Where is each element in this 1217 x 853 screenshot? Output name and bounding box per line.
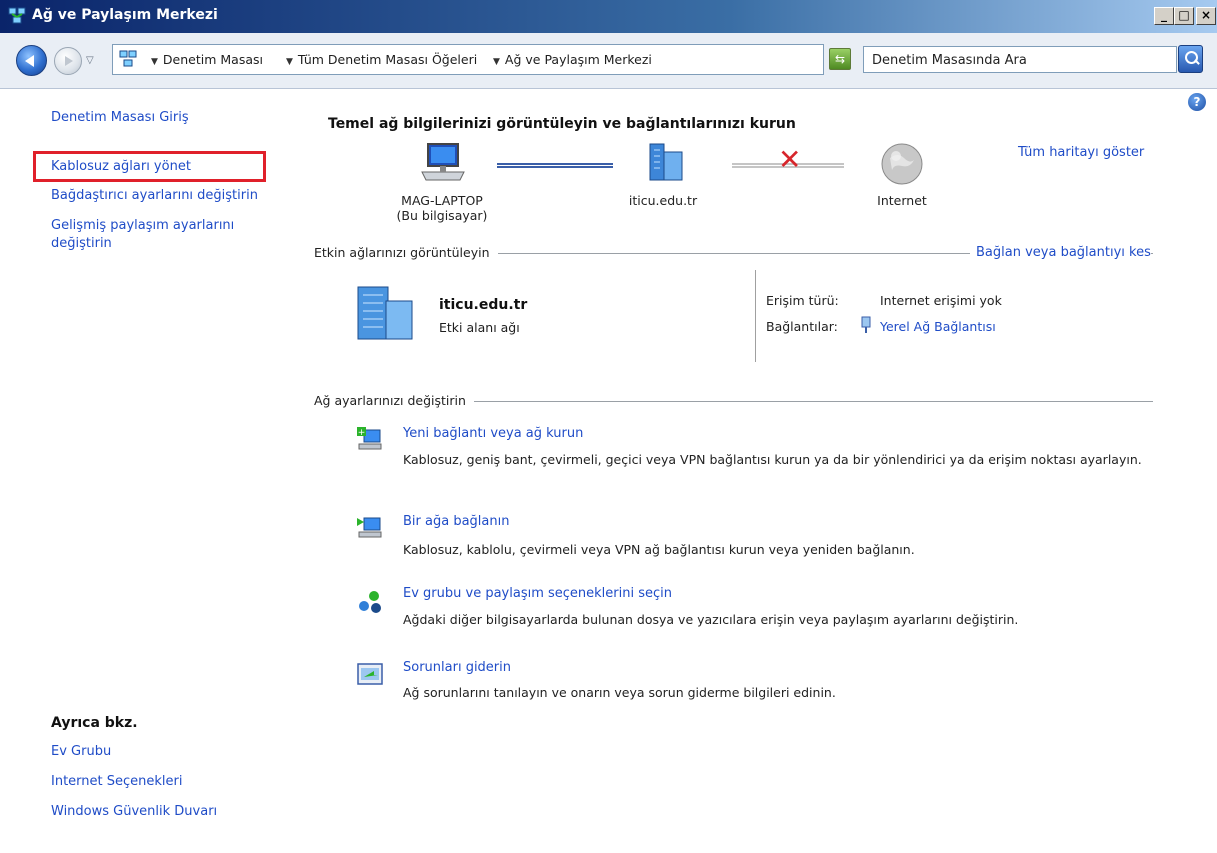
full-map-link[interactable]: Tüm haritayı göster (1018, 145, 1144, 160)
domain-network-large-icon (357, 286, 413, 340)
sidebar-item-sharing-2[interactable]: değiştirin (51, 236, 112, 251)
map-computer-label: MAG-LAPTOP (Bu bilgisayar) (380, 193, 504, 223)
breadcrumb-control-panel[interactable]: ▼ Denetim Masası (151, 52, 263, 67)
task-homegroup-link[interactable]: Ev grubu ve paylaşım seçeneklerini seçin (403, 586, 672, 601)
history-dropdown-icon[interactable]: ▽ (86, 55, 94, 66)
forward-button[interactable] (54, 47, 82, 75)
breadcrumb-all-items[interactable]: ▼ Tüm Denetim Masası Öğeleri (286, 52, 477, 67)
access-type-value: Internet erişimi yok (880, 293, 1002, 308)
map-network-label: iticu.edu.tr (628, 193, 698, 208)
breadcrumb-network-center[interactable]: ▼ Ağ ve Paylaşım Merkezi (493, 52, 652, 67)
svg-text:+: + (358, 428, 366, 438)
connections-label: Bağlantılar: (766, 319, 838, 334)
task-homegroup-desc: Ağdaki diğer bilgisayarlarda bulunan dos… (403, 612, 1019, 627)
new-connection-icon: + (357, 427, 382, 450)
sidebar-item-adapter[interactable]: Bağdaştırıcı ayarlarını değiştirin (51, 188, 258, 203)
access-type-label: Erişim türü: (766, 293, 839, 308)
task-connect-desc: Kablosuz, kablolu, çevirmeli veya VPN ağ… (403, 542, 915, 557)
task-new-connection-link[interactable]: Yeni bağlantı veya ağ kurun (403, 426, 583, 441)
homegroup-icon (359, 591, 381, 613)
content-area: ? Denetim Masası Giriş Kablosuz ağları y… (0, 90, 1217, 853)
refresh-button[interactable]: ⇆ (829, 48, 851, 70)
connection-line-local (497, 163, 613, 168)
control-panel-icon (119, 50, 137, 67)
task-connect-link[interactable]: Bir ağa bağlanın (403, 514, 509, 529)
connect-disconnect-link[interactable]: Bağlan veya bağlantıyı kes (970, 245, 1151, 260)
search-icon[interactable] (1178, 45, 1203, 73)
network-center-icon (8, 7, 26, 24)
computer-icon (421, 143, 465, 181)
domain-network-icon (649, 143, 683, 181)
close-button[interactable]: × (1196, 7, 1216, 25)
sidebar-item-sharing[interactable]: Gelişmiş paylaşım ayarlarını (51, 218, 234, 233)
no-connection-icon: ✕ (778, 143, 802, 176)
globe-icon (881, 143, 923, 185)
see-also-firewall[interactable]: Windows Güvenlik Duvarı (51, 804, 217, 819)
computer-sub: (Bu bilgisayar) (396, 208, 488, 223)
see-also-homegroup[interactable]: Ev Grubu (51, 744, 111, 759)
vertical-divider (755, 270, 756, 362)
ethernet-icon (861, 316, 871, 333)
search-input[interactable]: Denetim Masasında Ara (863, 46, 1177, 73)
troubleshoot-icon (357, 663, 383, 685)
page-title: Temel ağ bilgilerinizi görüntüleyin ve b… (328, 116, 796, 132)
computer-name: MAG-LAPTOP (401, 193, 483, 208)
active-network-name: iticu.edu.tr (439, 297, 528, 313)
help-icon[interactable]: ? (1188, 93, 1206, 111)
change-settings-title: Ağ ayarlarınızı değiştirin (314, 393, 474, 408)
active-network-type: Etki alanı ağı (439, 320, 520, 335)
see-also-internet-options[interactable]: Internet Seçenekleri (51, 774, 182, 789)
task-troubleshoot-desc: Ağ sorunlarını tanılayın ve onarın veya … (403, 685, 836, 700)
minimize-button[interactable]: _ (1154, 7, 1174, 25)
address-toolbar: ▽ ▼ Denetim Masası ▼ Tüm Denetim Masası Öğ… (0, 33, 1217, 89)
task-new-connection-desc: Kablosuz, geniş bant, çevirmeli, geçici … (403, 452, 1142, 467)
chevron-down-icon[interactable]: ▼ (151, 57, 158, 67)
chevron-down-icon[interactable]: ▼ (286, 57, 293, 67)
map-internet-label: Internet (877, 193, 927, 208)
window-title: Ağ ve Paylaşım Merkezi (32, 7, 218, 23)
see-also-title: Ayrıca bkz. (51, 715, 138, 731)
maximize-button[interactable]: □ (1174, 7, 1194, 25)
task-troubleshoot-link[interactable]: Sorunları giderin (403, 660, 511, 675)
chevron-down-icon[interactable]: ▼ (493, 57, 500, 67)
sidebar-item-wireless[interactable]: Kablosuz ağları yönet (51, 159, 191, 174)
connect-network-icon (357, 517, 382, 538)
connection-link[interactable]: Yerel Ağ Bağlantısı (880, 319, 996, 334)
back-button[interactable] (16, 45, 47, 76)
address-bar[interactable]: ▼ Denetim Masası ▼ Tüm Denetim Masası Öğel… (112, 44, 918, 75)
title-bar: Ağ ve Paylaşım Merkezi _ □ × (0, 0, 1217, 33)
sidebar-home-link[interactable]: Denetim Masası Giriş (51, 110, 189, 125)
active-networks-title: Etkin ağlarınızı görüntüleyin (314, 245, 498, 260)
